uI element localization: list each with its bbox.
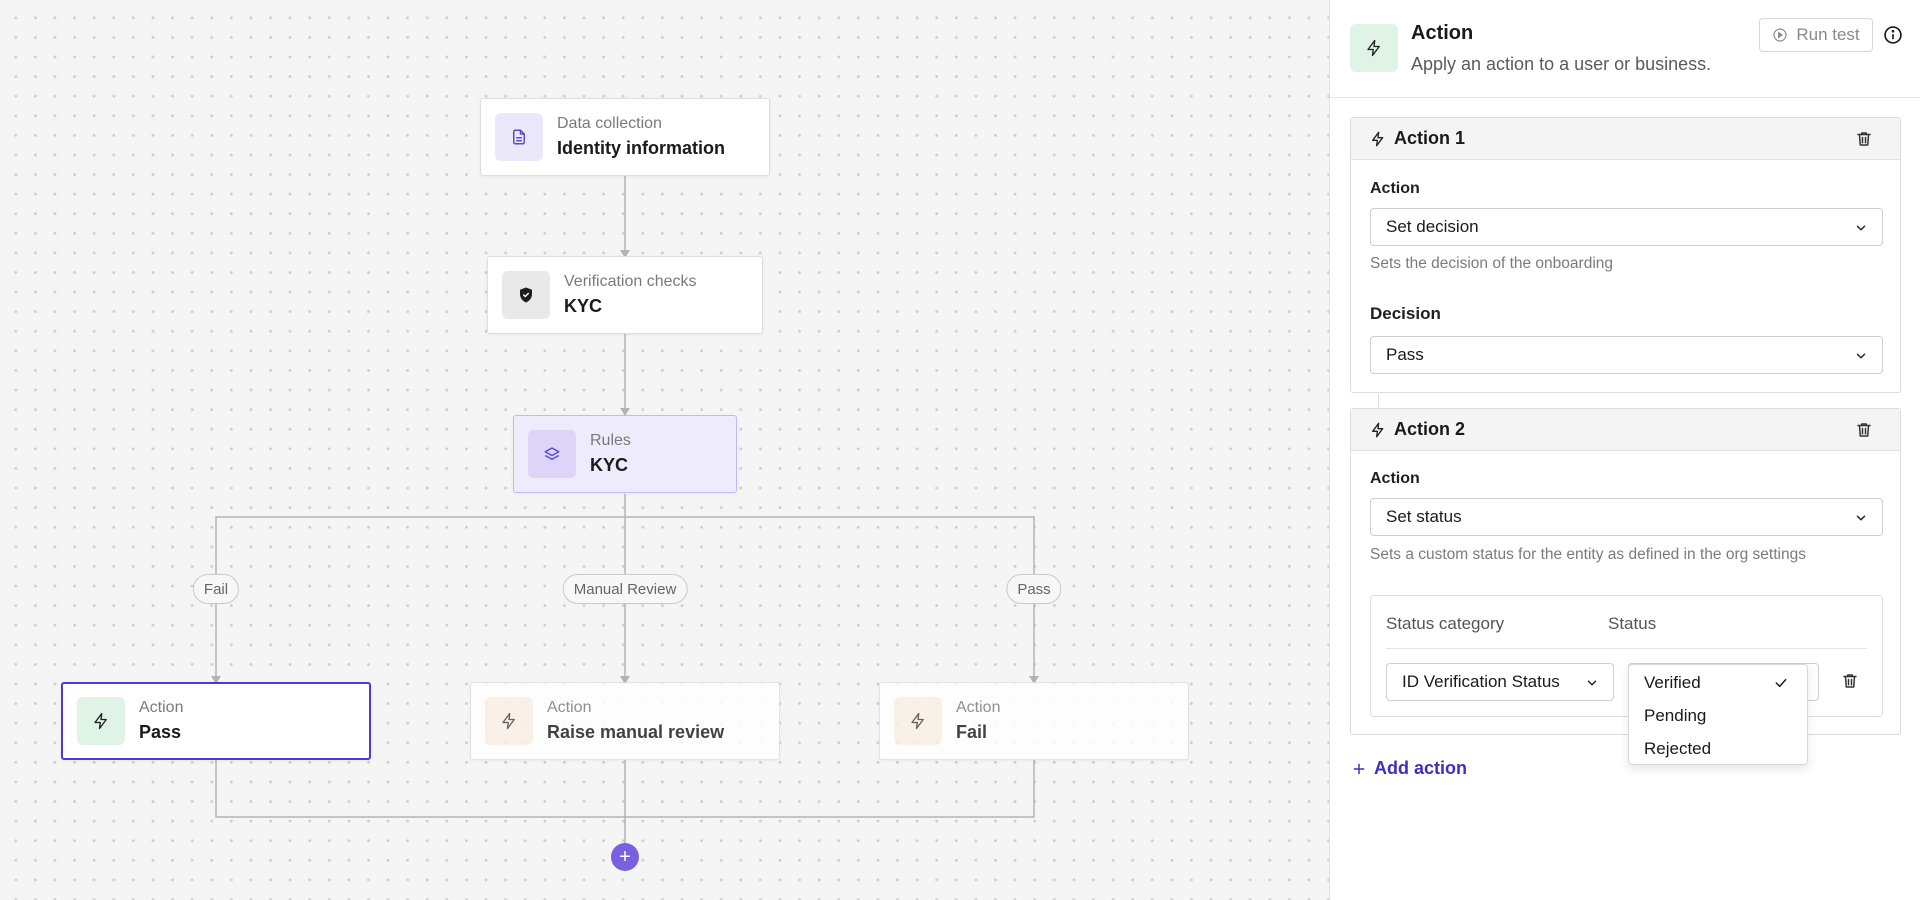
action-select-value: Set status (1386, 507, 1462, 526)
action-field-label: Action (1370, 180, 1420, 197)
action-select[interactable]: Set decision (1370, 208, 1883, 246)
trash-icon[interactable] (1855, 421, 1873, 439)
status-option-verified[interactable]: Verified (1629, 666, 1807, 699)
check-icon (1775, 678, 1787, 688)
decision-field-label: Decision (1370, 304, 1441, 323)
edge-label-fail[interactable]: Fail (192, 574, 240, 604)
status-option-label: Rejected (1644, 738, 1712, 758)
decision-select[interactable]: Pass (1370, 336, 1883, 374)
layers-icon (528, 430, 576, 478)
bolt-icon (1350, 24, 1398, 72)
action-help-text: Sets a custom status for the entity as d… (1370, 546, 1806, 563)
chevron-down-icon (1856, 515, 1866, 521)
status-category-select[interactable]: ID Verification Status (1386, 663, 1614, 701)
node-subtitle: Action (956, 699, 1001, 716)
node-title: Pass (139, 722, 182, 742)
plus-icon (1353, 763, 1365, 774)
panel-header: Action Apply an action to a user or busi… (1330, 0, 1920, 98)
node-title: KYC (590, 455, 629, 475)
chevron-down-icon (1856, 225, 1866, 231)
node-title: Fail (956, 722, 988, 742)
node-subtitle: Action (547, 699, 592, 716)
status-divider (1386, 648, 1867, 649)
status-dropdown-menu: Verified Pending Rejected (1628, 664, 1808, 765)
panel-subtitle: Apply an action to a user or business. (1411, 54, 1712, 74)
status-header: Status (1608, 614, 1657, 633)
chevron-down-icon (1856, 353, 1866, 359)
node-action-manual-review[interactable]: Action Raise manual review (470, 682, 780, 760)
bolt-icon (894, 697, 942, 745)
status-option-label: Verified (1644, 672, 1701, 692)
run-test-label: Run test (1796, 25, 1860, 44)
card-connector-line (1378, 394, 1379, 408)
status-option-rejected[interactable]: Rejected (1629, 732, 1807, 765)
action-select-value: Set decision (1386, 217, 1479, 236)
node-action-fail[interactable]: Action Fail (879, 682, 1189, 760)
action-settings-panel: Action Apply an action to a user or busi… (1329, 0, 1920, 900)
action-card-1: Action 1 Action Set decision Sets the de… (1350, 117, 1901, 393)
add-node-button[interactable]: + (611, 843, 639, 871)
play-circle-icon (1773, 28, 1787, 42)
shield-icon (502, 271, 550, 319)
node-title: Raise manual review (547, 722, 725, 742)
action-help-text: Sets the decision of the onboarding (1370, 255, 1614, 272)
action-select[interactable]: Set status (1370, 498, 1883, 536)
node-data-collection[interactable]: Data collection Identity information (480, 98, 770, 176)
node-subtitle: Verification checks (564, 273, 697, 290)
action-card-2: Action 2 Action Set status Sets a custom… (1350, 408, 1901, 735)
status-option-label: Pending (1644, 705, 1707, 725)
node-verification-checks[interactable]: Verification checks KYC (487, 256, 763, 334)
bolt-icon (77, 697, 125, 745)
workflow-canvas[interactable]: Data collection Identity information Ver… (0, 0, 1329, 900)
node-rules[interactable]: Rules KYC (513, 415, 737, 493)
edge-label-pass[interactable]: Pass (1006, 574, 1062, 604)
node-subtitle: Rules (590, 432, 631, 449)
node-subtitle: Action (139, 699, 184, 716)
bolt-icon (485, 697, 533, 745)
action-field-label: Action (1370, 470, 1420, 487)
decision-select-value: Pass (1386, 345, 1424, 364)
action-card-header: Action 1 (1351, 118, 1900, 160)
chevron-down-icon (1587, 680, 1597, 686)
status-category-header: Status category (1386, 614, 1505, 633)
action-card-header: Action 2 (1351, 409, 1900, 451)
status-category-value: ID Verification Status (1402, 672, 1560, 691)
edge-label-manual-review[interactable]: Manual Review (562, 574, 688, 604)
add-action-button[interactable]: Add action (1352, 758, 1467, 779)
document-icon (495, 113, 543, 161)
bolt-icon (1372, 422, 1384, 437)
action-card-title: Action 2 (1394, 419, 1466, 439)
info-icon[interactable] (1883, 25, 1903, 45)
run-test-button[interactable]: Run test (1759, 18, 1873, 52)
panel-title: Action (1411, 22, 1474, 44)
trash-icon[interactable] (1855, 130, 1873, 148)
status-option-pending[interactable]: Pending (1629, 699, 1807, 732)
action-card-title: Action 1 (1394, 128, 1466, 148)
trash-icon[interactable] (1841, 672, 1859, 690)
add-action-label: Add action (1374, 758, 1467, 778)
node-subtitle: Data collection (557, 115, 662, 132)
node-title: KYC (564, 296, 603, 316)
node-title: Identity information (557, 138, 725, 158)
node-action-pass[interactable]: Action Pass (61, 682, 371, 760)
bolt-icon (1372, 131, 1384, 146)
